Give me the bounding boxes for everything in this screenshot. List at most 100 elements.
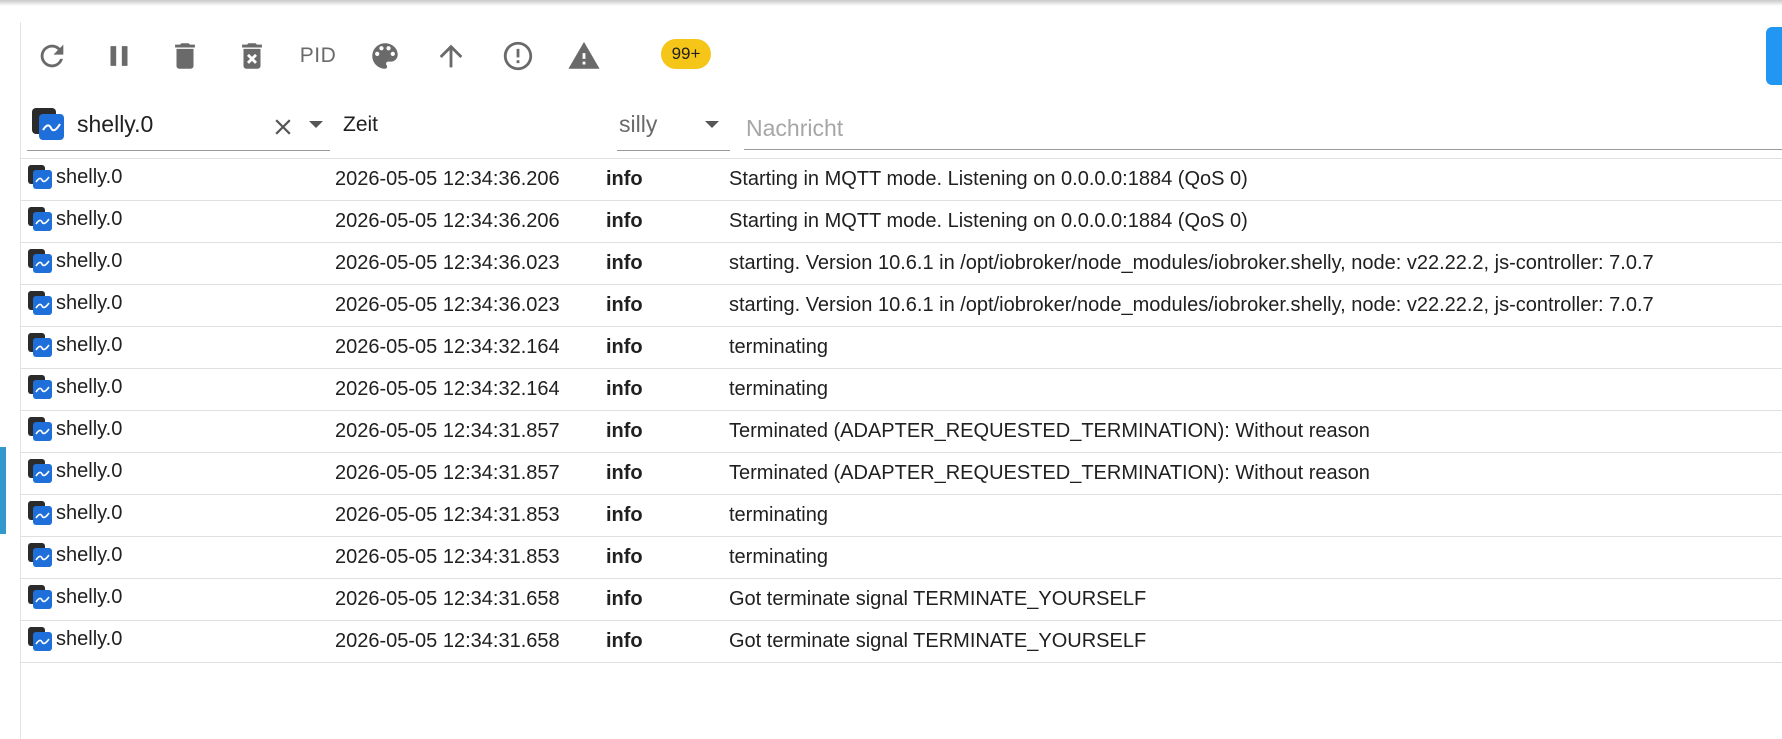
log-row[interactable]: shelly.0 2026-05-05 12:34:31.658 info Got t…	[21, 579, 1782, 621]
log-level: info	[606, 252, 643, 274]
log-adapter: shelly.0	[56, 585, 123, 608]
clear-log-button[interactable]	[163, 34, 207, 78]
log-adapter-cell: shelly.0	[27, 330, 122, 360]
log-adapter-cell: shelly.0	[27, 624, 122, 654]
shelly-adapter-icon	[28, 291, 52, 315]
log-row[interactable]: shelly.0 2026-05-05 12:34:32.164 info termi…	[21, 327, 1782, 369]
clear-icon[interactable]	[270, 114, 296, 140]
log-level: info	[606, 294, 643, 316]
refresh-icon	[40, 44, 64, 68]
errors-filter-button[interactable]	[496, 34, 540, 78]
log-message: starting. Version 10.6.1 in /opt/iobroke…	[729, 294, 1654, 316]
log-level: info	[606, 378, 643, 400]
pause-button[interactable]	[97, 34, 141, 78]
log-adapter-cell: shelly.0	[27, 204, 122, 234]
log-level: info	[606, 336, 643, 358]
shelly-adapter-icon	[28, 249, 52, 273]
log-level: info	[606, 168, 643, 190]
log-adapter: shelly.0	[56, 207, 123, 230]
refresh-button[interactable]	[30, 34, 74, 78]
log-adapter: shelly.0	[56, 165, 123, 188]
log-row[interactable]: shelly.0 2026-05-05 12:34:32.164 info termi…	[21, 369, 1782, 411]
shelly-adapter-icon	[32, 108, 64, 140]
shelly-adapter-icon	[28, 333, 52, 357]
log-time: 2026-05-05 12:34:31.853	[335, 546, 560, 568]
chevron-down-icon[interactable]	[309, 121, 323, 128]
log-adapter: shelly.0	[56, 249, 123, 272]
log-level: info	[606, 588, 643, 610]
log-adapter-cell: shelly.0	[27, 288, 122, 318]
log-row[interactable]: shelly.0 2026-05-05 12:34:36.206 info Start…	[21, 201, 1782, 243]
log-message: starting. Version 10.6.1 in /opt/iobroke…	[729, 252, 1654, 274]
log-row[interactable]: shelly.0 2026-05-05 12:34:31.658 info Got t…	[21, 621, 1782, 663]
log-level: info	[606, 210, 643, 232]
pid-label: PID	[299, 44, 337, 67]
log-filter-header: shelly.0 Zeit silly	[21, 100, 1782, 158]
sidebar-resize-handle[interactable]	[0, 447, 6, 534]
error-circle-icon	[503, 41, 533, 71]
log-row[interactable]: shelly.0 2026-05-05 12:34:36.023 info start…	[21, 243, 1782, 285]
log-time: 2026-05-05 12:34:36.023	[335, 294, 560, 316]
log-message: terminating	[729, 378, 828, 400]
log-adapter-cell: shelly.0	[27, 540, 122, 570]
log-adapter-cell: shelly.0	[27, 582, 122, 612]
log-time: 2026-05-05 12:34:31.857	[335, 420, 560, 442]
log-level: info	[606, 462, 643, 484]
chevron-down-icon	[705, 121, 719, 128]
log-adapter-cell: shelly.0	[27, 246, 122, 276]
sort-order-button[interactable]	[429, 34, 473, 78]
log-row[interactable]: shelly.0 2026-05-05 12:34:31.857 info Termi…	[21, 453, 1782, 495]
level-filter-value: silly	[619, 111, 658, 137]
log-time: 2026-05-05 12:34:36.206	[335, 168, 560, 190]
log-row[interactable]: shelly.0 2026-05-05 12:34:36.023 info start…	[21, 285, 1782, 327]
log-adapter: shelly.0	[56, 375, 123, 398]
delete-icon	[175, 43, 195, 69]
color-toggle-button[interactable]	[363, 34, 407, 78]
log-row[interactable]: shelly.0 2026-05-05 12:34:31.857 info Termi…	[21, 411, 1782, 453]
log-level: info	[606, 630, 643, 652]
log-time: 2026-05-05 12:34:36.206	[335, 210, 560, 232]
delete-forever-icon	[242, 43, 262, 69]
pause-icon	[110, 46, 128, 66]
log-time: 2026-05-05 12:34:31.658	[335, 588, 560, 610]
log-time: 2026-05-05 12:34:36.023	[335, 252, 560, 274]
delete-log-file-button[interactable]	[230, 34, 274, 78]
log-time: 2026-05-05 12:34:31.853	[335, 504, 560, 526]
shelly-adapter-icon	[28, 165, 52, 189]
log-row[interactable]: shelly.0 2026-05-05 12:34:31.853 info termi…	[21, 537, 1782, 579]
log-adapter: shelly.0	[56, 333, 123, 356]
log-toolbar: PID 99+	[21, 22, 1761, 92]
log-message: Terminated (ADAPTER_REQUESTED_TERMINATIO…	[729, 420, 1370, 442]
log-adapter-cell: shelly.0	[27, 456, 122, 486]
level-filter-select[interactable]: silly	[617, 100, 730, 151]
log-level: info	[606, 420, 643, 442]
shelly-adapter-icon	[28, 501, 52, 525]
log-message: Got terminate signal TERMINATE_YOURSELF	[729, 630, 1147, 652]
warnings-filter-button[interactable]	[562, 34, 606, 78]
log-adapter: shelly.0	[56, 627, 123, 650]
shelly-adapter-icon	[28, 585, 52, 609]
palette-icon	[372, 43, 398, 69]
log-time: 2026-05-05 12:34:32.164	[335, 378, 560, 400]
time-column-header: Zeit	[343, 113, 379, 136]
log-level: info	[606, 504, 643, 526]
log-message: Terminated (ADAPTER_REQUESTED_TERMINATIO…	[729, 462, 1370, 484]
log-adapter-cell: shelly.0	[27, 372, 122, 402]
log-adapter-cell: shelly.0	[27, 162, 122, 192]
log-time: 2026-05-05 12:34:31.857	[335, 462, 560, 484]
log-adapter-cell: shelly.0	[27, 498, 122, 528]
message-filter-input[interactable]	[744, 100, 1782, 150]
log-message: terminating	[729, 504, 828, 526]
log-row[interactable]: shelly.0 2026-05-05 12:34:31.853 info termi…	[21, 495, 1782, 537]
log-row[interactable]: shelly.0 2026-05-05 12:34:36.206 info Start…	[21, 159, 1782, 201]
adapter-filter-select[interactable]: shelly.0	[27, 100, 330, 151]
log-adapter: shelly.0	[56, 417, 123, 440]
side-action-button[interactable]	[1766, 27, 1782, 85]
pid-toggle-button[interactable]: PID	[296, 34, 340, 78]
shelly-adapter-icon	[28, 459, 52, 483]
log-adapter: shelly.0	[56, 543, 123, 566]
shelly-adapter-icon	[28, 375, 52, 399]
arrow-up-icon	[439, 44, 463, 68]
window-top-shadow	[0, 0, 1782, 6]
log-adapter: shelly.0	[56, 459, 123, 482]
